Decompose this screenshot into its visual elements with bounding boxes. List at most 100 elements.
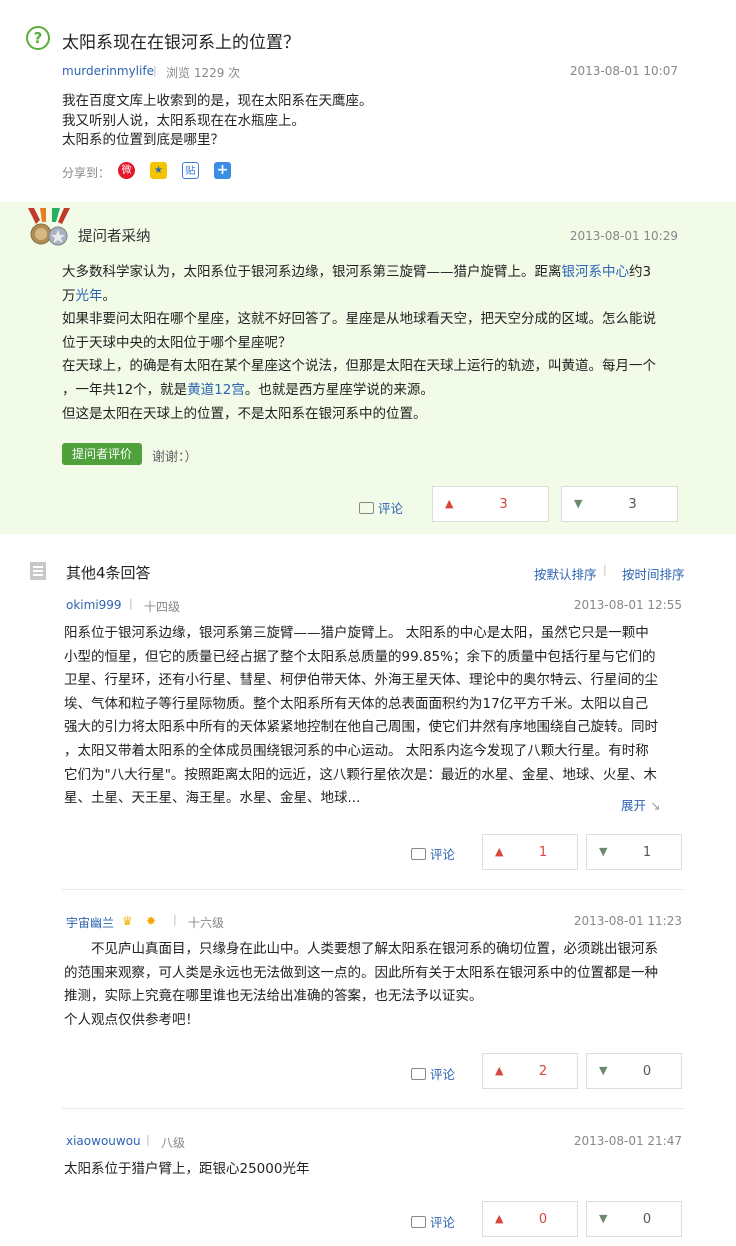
comment-button[interactable]: 评论: [359, 498, 403, 517]
upvote-count: 2: [538, 1063, 548, 1079]
downvote-count: 0: [642, 1211, 652, 1227]
comment-button[interactable]: 评论: [411, 1212, 455, 1231]
answerer-level: 十六级: [188, 916, 225, 930]
answer-time: 2013-08-01 12:55: [573, 598, 682, 612]
answer-time: 2013-08-01 11:23: [573, 914, 682, 928]
question-line: 我在百度文库上收索到的是，现在太阳系在天鹰座。: [62, 93, 373, 109]
thumbs-up-icon: ▲: [445, 497, 454, 510]
question-time: 2013-08-01 10:07: [569, 64, 678, 78]
answer-text: 。也就是西方星座学说的来源。: [244, 381, 434, 398]
answer-body: 太阳系位于猎户臂上，距银心25000光年: [64, 1158, 684, 1182]
answer-line: 在天球上，的确是有太阳在某个星座这个说法，但那是太阳在天球上运行的轨迹，叫黄道。…: [62, 358, 656, 375]
downvote-count: 0: [642, 1063, 652, 1079]
asker-evaluation-button[interactable]: 提问者评价: [62, 443, 142, 465]
answer-text: 约3: [629, 264, 652, 280]
answer-line: 星、土星、天王星、海王星。水星、金星、地球...: [64, 790, 361, 807]
answer-line: 大多数科学家认为，太阳系位于银河系边缘，银河系第三旋臂——猎户旋臂上。距离银河系…: [62, 261, 682, 285]
view-count: 浏览 1229 次: [166, 66, 241, 80]
crown-icon: ♛: [122, 914, 133, 928]
comment-icon: [411, 1067, 426, 1080]
answerer-username[interactable]: 宇宙幽兰: [66, 914, 114, 931]
answer-line: ，太阳又带着太阳系的全体成员围绕银河系的中心运动。 太阳系内迄今发现了八颗大行星…: [64, 742, 649, 759]
comment-icon: [411, 1215, 426, 1228]
best-answer-body: 大多数科学家认为，太阳系位于银河系边缘，银河系第三旋臂——猎户旋臂上。距离银河系…: [62, 261, 682, 426]
separator: |: [153, 64, 157, 77]
thumbs-down-icon: ▼: [599, 845, 608, 858]
separator: |: [173, 913, 177, 926]
answer-time: 2013-08-01 21:47: [573, 1134, 682, 1148]
other-answers-title: 其他4条回答: [66, 564, 151, 582]
downvote-button[interactable]: ▼ 0: [586, 1053, 682, 1089]
more-share-icon[interactable]: +: [214, 162, 231, 179]
question-title: 太阳系现在在银河系上的位置？: [62, 33, 300, 53]
asker-evaluation-text: 谢谢：）: [152, 450, 198, 465]
comment-label: 评论: [430, 1067, 456, 1082]
question-line: 我又听别人说，太阳系现在在水瓶座上。: [62, 112, 305, 129]
answer-line: 的范围来观察，可人类是永远也无法做到这一点的。因此所有关于太阳系在银河系中的位置…: [64, 964, 658, 981]
list-icon: [30, 562, 46, 580]
separator: |: [146, 1133, 150, 1146]
upvote-button[interactable]: ▲ 2: [482, 1053, 578, 1089]
upvote-count: 0: [538, 1211, 548, 1227]
answer-line: 强大的引力将太阳系中所有的天体紧紧地控制在他自己周围，使它们井然有序地围绕自己旋…: [64, 719, 658, 736]
upvote-button[interactable]: ▲ 1: [482, 834, 578, 870]
best-answer-time: 2013-08-01 10:29: [569, 229, 678, 243]
thumbs-down-icon: ▼: [574, 497, 583, 510]
sort-time-link[interactable]: 按时间排序: [622, 564, 685, 583]
link-milky-way-center[interactable]: 银河系中心: [562, 264, 630, 280]
answer-line: 但这是太阳在天球上的位置，不是太阳系在银河系中的位置。: [62, 405, 427, 422]
downvote-count: 3: [628, 496, 637, 512]
thumbs-down-icon: ▼: [599, 1064, 608, 1077]
answer-line: 埃、气体和粒子等行星际物质。整个太阳系所有天体的总表面面积约为17亿平方千米。太…: [64, 695, 649, 712]
answerer-username[interactable]: okimi999: [66, 598, 122, 612]
answer-text: 大多数科学家认为，太阳系位于银河系边缘，银河系第三旋臂——猎户旋臂上。距离: [62, 264, 562, 280]
separator: |: [129, 597, 133, 610]
answer-body: 阳系位于银河系边缘，银河系第三旋臂——猎户旋臂上。 太阳系的中心是太阳，虽然它只…: [64, 622, 684, 811]
comment-button[interactable]: 评论: [411, 844, 455, 863]
upvote-count: 3: [499, 496, 508, 512]
question-mark-icon: ?: [26, 26, 50, 50]
answer-line: 位于天球中央的太阳位于哪个星座呢？: [62, 334, 292, 351]
answer-line: 卫星、行星环，还有小行星、彗星、柯伊伯带天体、外海王星天体、理论中的奥尔特云、行…: [64, 672, 658, 689]
answer-text: 万: [62, 287, 76, 304]
comment-button[interactable]: 评论: [411, 1064, 455, 1083]
downvote-button[interactable]: ▼ 0: [586, 1201, 682, 1237]
answer-body: 不见庐山真面目，只缘身在此山中。人类要想了解太阳系在银河系的确切位置，必须跳出银…: [64, 938, 684, 1032]
separator: |: [603, 563, 607, 576]
weibo-share-icon[interactable]: 微: [118, 162, 135, 179]
answer-line: 个人观点仅供参考吧！: [64, 1011, 199, 1028]
divider: [62, 889, 684, 890]
question-body: 我在百度文库上收索到的是，现在太阳系在天鹰座。 我又听别人说，太阳系现在在水瓶座…: [62, 92, 682, 151]
answer-text: 。: [102, 287, 117, 304]
link-light-year[interactable]: 光年: [76, 288, 103, 304]
sun-icon: ✸: [146, 914, 157, 928]
thumbs-down-icon: ▼: [599, 1212, 608, 1225]
comment-label: 评论: [378, 501, 404, 516]
answer-line: 小型的恒星，但它的质量已经占据了整个太阳系总质量的99.85%；余下的质量中包括…: [64, 648, 656, 665]
divider: [62, 1108, 684, 1109]
qzone-share-icon[interactable]: ★: [150, 162, 167, 179]
answer-line: 万光年。: [62, 285, 682, 309]
question-line: 太阳系的位置到底是哪里？: [62, 132, 224, 148]
thumbs-up-icon: ▲: [495, 1064, 504, 1077]
answer-line: 阳系位于银河系边缘，银河系第三旋臂——猎户旋臂上。 太阳系的中心是太阳，虽然它只…: [64, 625, 649, 641]
downvote-button[interactable]: ▼ 3: [561, 486, 678, 522]
answer-text: ，一年共12个，就是: [62, 381, 188, 398]
answer-line: 如果非要问太阳在哪个星座，这就不好回答了。星座是从地球看天空，把天空分成的区域。…: [62, 311, 656, 328]
answerer-username[interactable]: xiaowouwou: [66, 1134, 141, 1148]
upvote-count: 1: [538, 844, 548, 860]
answerer-level: 八级: [161, 1136, 186, 1150]
upvote-button[interactable]: ▲ 3: [432, 486, 549, 522]
comment-icon: [359, 501, 374, 514]
asker-username[interactable]: murderinmylife: [62, 64, 154, 78]
upvote-button[interactable]: ▲ 0: [482, 1201, 578, 1237]
expand-link[interactable]: 展开 ↘: [621, 795, 660, 814]
downvote-button[interactable]: ▼ 1: [586, 834, 682, 870]
link-zodiac[interactable]: 黄道12宫: [187, 382, 245, 398]
comment-icon: [411, 847, 426, 860]
answerer-level: 十四级: [144, 600, 181, 614]
tieba-share-icon[interactable]: 贴: [182, 162, 199, 179]
expand-arrow-icon: ↘: [650, 798, 661, 813]
sort-default-link[interactable]: 按默认排序: [534, 564, 597, 583]
answer-line: 它们为"八大行星"。按照距离太阳的远近，这八颗行星依次是：最近的水星、金星、地球…: [64, 766, 657, 783]
